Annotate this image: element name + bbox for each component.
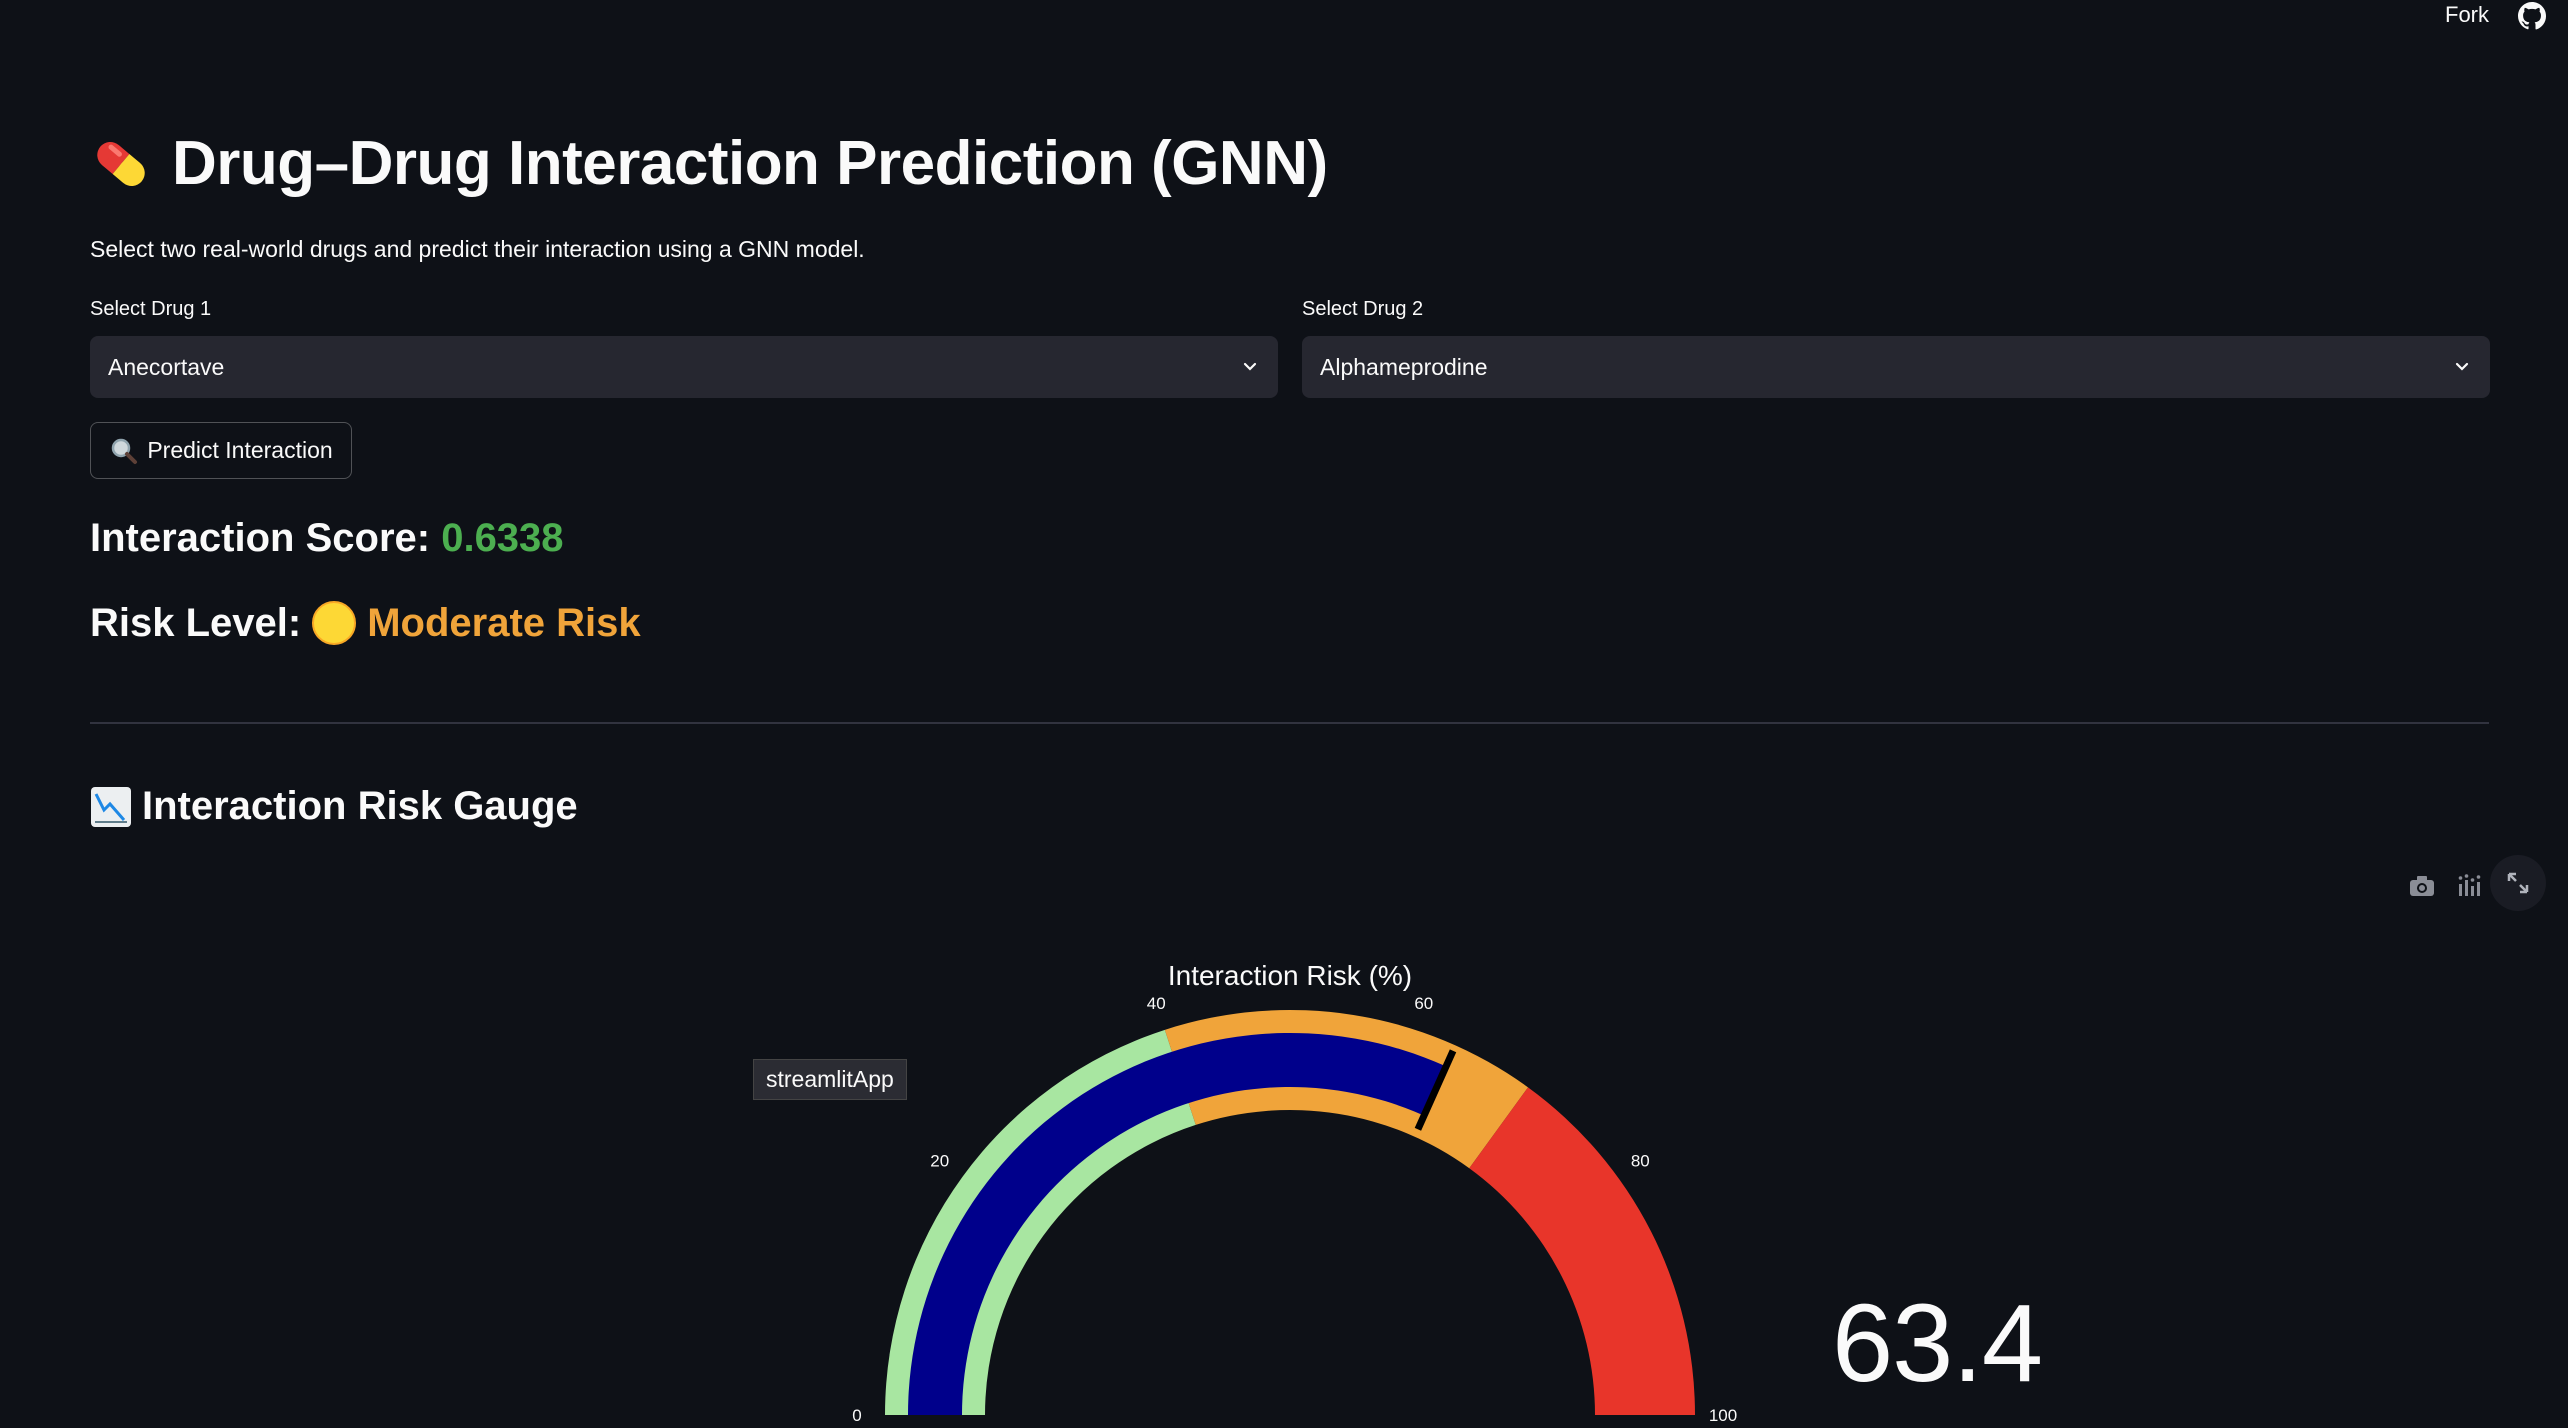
gauge-value: 63.4 <box>1832 1282 2043 1405</box>
gauge-tick-label-3: 60 <box>1414 994 1433 1013</box>
gauge-tick-label-2: 40 <box>1147 994 1166 1013</box>
gauge-tick-label-0: 0 <box>852 1406 861 1425</box>
gauge-tick-label-1: 20 <box>930 1151 949 1170</box>
gauge-step-2 <box>1469 1087 1695 1415</box>
gauge-tick-label-4: 80 <box>1631 1151 1650 1170</box>
gauge-tick-label-5: 100 <box>1709 1406 1737 1425</box>
gauge-title: Interaction Risk (%) <box>1168 960 1412 991</box>
tooltip: streamlitApp <box>753 1059 907 1100</box>
risk-gauge-chart: Interaction Risk (%) 0 20 40 60 80 100 <box>852 960 1737 1425</box>
